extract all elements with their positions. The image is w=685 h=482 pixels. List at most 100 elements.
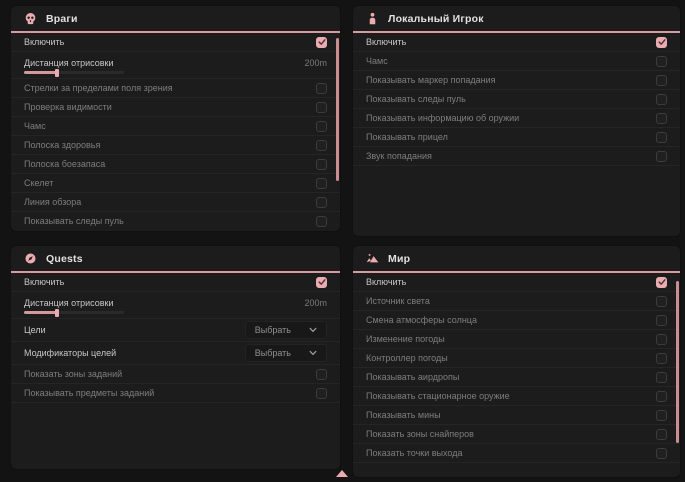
checkbox[interactable]	[656, 315, 667, 326]
option-row[interactable]: Изменение погоды	[353, 330, 680, 349]
panel-body: Включить Источник света Смена атмосферы …	[353, 273, 680, 475]
option-label: Включить	[366, 277, 406, 287]
checkbox[interactable]	[656, 353, 667, 364]
dropdown-value: Выбрать	[255, 325, 291, 335]
checkbox[interactable]	[316, 197, 327, 208]
option-row[interactable]: Линия обзора	[11, 193, 340, 212]
option-row[interactable]: Показывать стационарное оружие	[353, 387, 680, 406]
slider[interactable]	[24, 311, 124, 314]
checkbox[interactable]	[656, 37, 667, 48]
checkbox[interactable]	[656, 277, 667, 288]
option-row[interactable]: Контроллер погоды	[353, 349, 680, 368]
slider-label: Дистанция отрисовки	[24, 58, 114, 68]
option-label: Стрелки за пределами поля зрения	[24, 83, 173, 93]
checkbox[interactable]	[656, 372, 667, 383]
option-label: Показывать маркер попадания	[366, 75, 496, 85]
checkbox[interactable]	[656, 75, 667, 86]
panel-title: Локальный Игрок	[388, 13, 484, 25]
option-row[interactable]: Включить	[353, 273, 680, 292]
checkbox[interactable]	[656, 56, 667, 67]
option-row[interactable]: Скелет	[11, 174, 340, 193]
checkbox[interactable]	[316, 388, 327, 399]
select-label: Цели	[24, 325, 46, 335]
checkbox[interactable]	[656, 410, 667, 421]
panel-quests: Quests Включить Дистанция отрисовки 200m…	[10, 245, 341, 470]
checkbox[interactable]	[656, 391, 667, 402]
slider-value: 200m	[304, 58, 327, 68]
option-label: Включить	[24, 277, 64, 287]
option-row[interactable]: Включить	[353, 33, 680, 52]
checkbox[interactable]	[316, 102, 327, 113]
checkbox[interactable]	[656, 334, 667, 345]
checkbox[interactable]	[316, 277, 327, 288]
option-label: Полоска здоровья	[24, 140, 100, 150]
panel-header: Quests	[11, 246, 340, 273]
dropdown[interactable]: Выбрать	[245, 321, 327, 339]
slider-value: 200m	[304, 298, 327, 308]
checkbox[interactable]	[656, 94, 667, 105]
option-label: Смена атмосферы солнца	[366, 315, 477, 325]
checkbox[interactable]	[316, 216, 327, 227]
option-label: Скелет	[24, 178, 53, 188]
option-row[interactable]: Чамс	[353, 52, 680, 71]
chevron-down-icon	[309, 326, 317, 334]
option-row[interactable]: Полоска боезапаса	[11, 155, 340, 174]
scrollbar[interactable]	[675, 275, 679, 475]
scrollbar[interactable]	[335, 35, 339, 229]
option-label: Показывать прицел	[366, 132, 448, 142]
option-row[interactable]: Показывать предметы заданий	[11, 384, 340, 403]
checkbox[interactable]	[316, 121, 327, 132]
option-row[interactable]: Звук попадания	[353, 147, 680, 166]
option-row[interactable]: Полоска здоровья	[11, 136, 340, 155]
panel-local-player: Локальный Игрок Включить Чамс Показывать…	[352, 5, 681, 237]
checkbox[interactable]	[316, 369, 327, 380]
option-row[interactable]: Показать точки выхода	[353, 444, 680, 463]
option-label: Линия обзора	[24, 197, 81, 207]
select-row: Модификаторы целей Выбрать	[11, 342, 340, 365]
panel-title: Quests	[46, 253, 83, 265]
select-label: Модификаторы целей	[24, 348, 116, 358]
option-row[interactable]: Показывать следы пуль	[11, 212, 340, 229]
option-row[interactable]: Чамс	[11, 117, 340, 136]
option-row[interactable]: Включить	[11, 273, 340, 292]
scrollbar-thumb[interactable]	[676, 281, 679, 443]
checkbox[interactable]	[316, 159, 327, 170]
chevron-down-icon	[309, 349, 317, 357]
dropdown[interactable]: Выбрать	[245, 344, 327, 362]
slider-thumb[interactable]	[55, 69, 59, 77]
option-row[interactable]: Смена атмосферы солнца	[353, 311, 680, 330]
slider-header: Дистанция отрисовки 200m	[24, 58, 327, 68]
option-row[interactable]: Источник света	[353, 292, 680, 311]
slider-thumb[interactable]	[55, 309, 59, 317]
option-label: Включить	[24, 37, 64, 47]
option-row[interactable]: Стрелки за пределами поля зрения	[11, 79, 340, 98]
checkbox[interactable]	[656, 113, 667, 124]
option-row[interactable]: Показывать следы пуль	[353, 90, 680, 109]
option-label: Включить	[366, 37, 406, 47]
checkbox[interactable]	[656, 296, 667, 307]
option-label: Показывать мины	[366, 410, 441, 420]
option-row[interactable]: Показать зоны снайперов	[353, 425, 680, 444]
mountain-icon	[366, 252, 379, 265]
option-row[interactable]: Показывать информацию об оружии	[353, 109, 680, 128]
option-row[interactable]: Включить	[11, 33, 340, 52]
option-label: Показать зоны заданий	[24, 369, 122, 379]
option-row[interactable]: Показывать мины	[353, 406, 680, 425]
checkbox[interactable]	[316, 83, 327, 94]
checkbox[interactable]	[656, 429, 667, 440]
scrollbar-thumb[interactable]	[336, 38, 339, 181]
checkbox[interactable]	[316, 140, 327, 151]
checkbox[interactable]	[316, 178, 327, 189]
checkbox[interactable]	[656, 151, 667, 162]
option-row[interactable]: Проверка видимости	[11, 98, 340, 117]
cursor-triangle	[336, 470, 348, 477]
option-row[interactable]: Показывать аирдропы	[353, 368, 680, 387]
checkbox[interactable]	[316, 37, 327, 48]
option-row[interactable]: Показать зоны заданий	[11, 365, 340, 384]
slider[interactable]	[24, 71, 124, 74]
option-label: Показывать стационарное оружие	[366, 391, 510, 401]
option-row[interactable]: Показывать маркер попадания	[353, 71, 680, 90]
checkbox[interactable]	[656, 448, 667, 459]
checkbox[interactable]	[656, 132, 667, 143]
option-row[interactable]: Показывать прицел	[353, 128, 680, 147]
